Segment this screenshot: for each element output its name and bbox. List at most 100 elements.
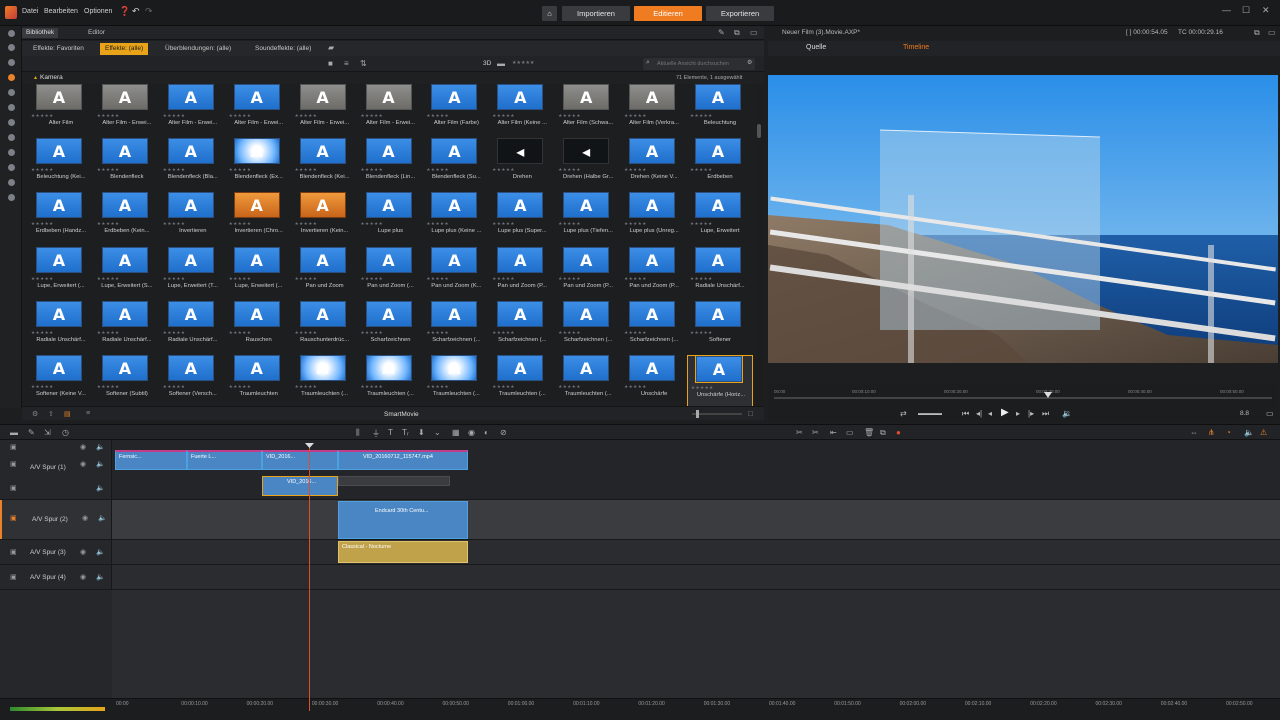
rating-stars[interactable]: ★★★★★ bbox=[361, 384, 384, 390]
rating-stars[interactable]: ★★★★★ bbox=[295, 276, 318, 282]
popout-icon[interactable]: ⧉ bbox=[734, 28, 740, 38]
tab-effekte-alle[interactable]: Effekte: (alle) bbox=[100, 43, 149, 55]
effect-tile[interactable]: A ★★★★★ Traumleuchten (... bbox=[292, 355, 358, 406]
audio-mixer-icon[interactable]: ⫼ bbox=[356, 428, 360, 438]
lock-icon[interactable]: ⚠ bbox=[1260, 428, 1267, 437]
record-timeline-icon[interactable]: ● bbox=[896, 428, 901, 437]
library-icon[interactable] bbox=[8, 30, 15, 37]
rating-stars[interactable]: ★★★★★ bbox=[558, 276, 581, 282]
rating-stars[interactable]: ★★★★★ bbox=[624, 113, 647, 119]
rating-stars[interactable]: ★★★★★ bbox=[31, 221, 54, 227]
speaker-icon[interactable]: 🔈 bbox=[96, 573, 105, 581]
rating-stars[interactable]: ★★★★★ bbox=[691, 385, 714, 391]
timeline-clip[interactable]: VID_2016... bbox=[262, 450, 338, 470]
effect-tile[interactable]: ◂ ★★★★★ Drehen bbox=[489, 138, 555, 192]
rating-stars[interactable]: ★★★★★ bbox=[295, 384, 318, 390]
menu-bearbeiten[interactable]: Bearbeiten bbox=[44, 8, 78, 15]
effect-tile[interactable]: A ★★★★★ Softener (Keine V... bbox=[28, 355, 94, 406]
go-start-icon[interactable]: ⏮ bbox=[962, 409, 969, 419]
effect-tile[interactable]: A ★★★★★ Pan und Zoom (P... bbox=[489, 246, 555, 301]
forward-icon[interactable]: ▸ bbox=[1016, 409, 1020, 418]
effect-tile[interactable]: A ★★★★★ Softener (Subtil) bbox=[94, 355, 160, 406]
effect-tile[interactable]: A ★★★★★ Scharfzeichnen (... bbox=[621, 300, 687, 355]
import-button[interactable]: Importieren bbox=[562, 6, 630, 21]
effect-tile[interactable]: A ★★★★★ Beleuchtung (Kei... bbox=[28, 138, 94, 192]
folder-icon[interactable]: ■ bbox=[328, 59, 333, 68]
zoom-slider[interactable] bbox=[692, 410, 742, 418]
effect-tile[interactable]: A ★★★★★ Alter Film (Keine ... bbox=[489, 84, 555, 138]
track-lock-icon[interactable]: ▣ bbox=[10, 573, 17, 581]
rating-stars[interactable]: ★★★★★ bbox=[690, 113, 713, 119]
disc-timeline-icon[interactable]: ◉ bbox=[468, 428, 475, 437]
minimize-icon[interactable]: — bbox=[1222, 5, 1231, 15]
search-options-icon[interactable]: ⚙ bbox=[747, 59, 752, 66]
disc-icon[interactable] bbox=[8, 44, 15, 51]
rating-stars[interactable]: ★★★★★ bbox=[163, 167, 186, 173]
speaker-icon[interactable]: 🔈 bbox=[96, 460, 105, 468]
effect-tile[interactable]: A ★★★★★ Traumleuchten (... bbox=[423, 355, 489, 406]
effect-tile[interactable]: A ★★★★★ Blendenfleck bbox=[94, 138, 160, 192]
rating-stars[interactable]: ★★★★★ bbox=[624, 330, 647, 336]
effect-tile[interactable]: A ★★★★★ Alter Film (Verkra... bbox=[621, 84, 687, 138]
track-lock-icon[interactable]: ▣ bbox=[10, 443, 17, 451]
loop-icon[interactable]: ⇄ bbox=[900, 409, 907, 418]
effect-tile[interactable]: A ★★★★★ Alter Film (Farbe) bbox=[423, 84, 489, 138]
rating-stars[interactable]: ★★★★★ bbox=[163, 384, 186, 390]
rating-stars[interactable]: ★★★★★ bbox=[426, 167, 449, 173]
marker-icon[interactable]: ⬇ bbox=[418, 428, 425, 437]
quality-readout[interactable]: 8.8 bbox=[1240, 410, 1249, 417]
list-view-icon[interactable]: ≡ bbox=[344, 59, 349, 68]
help-icon[interactable]: ❓ bbox=[119, 6, 130, 17]
film-icon[interactable] bbox=[8, 164, 15, 171]
effect-tile[interactable]: A ★★★★★ Lupe plus bbox=[358, 192, 424, 246]
effect-tile[interactable]: A ★★★★★ Lupe, Erweitert (T... bbox=[160, 246, 226, 301]
effect-tile[interactable]: A ★★★★★ Scharfzeichnen (... bbox=[555, 300, 621, 355]
effect-tile[interactable]: A ★★★★★ Blendenfleck (Kei... bbox=[292, 138, 358, 192]
rating-stars[interactable]: ★★★★★ bbox=[690, 221, 713, 227]
rating-stars[interactable]: ★★★★★ bbox=[426, 113, 449, 119]
eye-icon[interactable]: ◉ bbox=[82, 514, 88, 522]
timeline-empty-area[interactable] bbox=[0, 590, 1280, 698]
menu-datei[interactable]: Datei bbox=[22, 8, 38, 15]
effect-tile[interactable]: A ★★★★★ Alter Film - Erwei... bbox=[94, 84, 160, 138]
rating-stars[interactable]: ★★★★★ bbox=[229, 276, 252, 282]
copy-icon[interactable]: ⧉ bbox=[880, 428, 886, 438]
rating-filter[interactable]: ★★★★★ bbox=[512, 60, 534, 66]
rewind-icon[interactable]: ◂ bbox=[988, 409, 992, 418]
timeline-menu-icon[interactable]: ▬ bbox=[10, 428, 18, 437]
pin-icon[interactable]: ✎ bbox=[718, 28, 725, 37]
effect-tile[interactable]: A ★★★★★ Traumleuchten (... bbox=[358, 355, 424, 406]
track-name[interactable]: A/V Spur (3) bbox=[30, 549, 66, 556]
rating-stars[interactable]: ★★★★★ bbox=[426, 276, 449, 282]
rating-stars[interactable]: ★★★★★ bbox=[295, 330, 318, 336]
timeline-clip[interactable]: Fuerte L... bbox=[187, 450, 262, 470]
effect-tile[interactable]: A ★★★★★ Pan und Zoom (P... bbox=[621, 246, 687, 301]
collapse-icon[interactable]: ▴ bbox=[34, 74, 37, 81]
rating-stars[interactable]: ★★★★★ bbox=[163, 113, 186, 119]
timecode-readout[interactable]: TC 00:00:29.16 bbox=[1178, 29, 1223, 36]
home-button[interactable]: ⌂ bbox=[542, 6, 557, 21]
go-end-icon[interactable]: ⏭ bbox=[1042, 409, 1049, 419]
rating-stars[interactable]: ★★★★★ bbox=[492, 330, 515, 336]
effect-tile[interactable]: A ★★★★★ Radiale Unschärf... bbox=[687, 246, 753, 301]
speaker-icon[interactable]: 🔈 bbox=[96, 484, 105, 492]
timeline-clip[interactable]: Fernsic... bbox=[115, 450, 187, 470]
magnet-icon[interactable]: ⋔ bbox=[1208, 428, 1215, 437]
effect-tile[interactable]: A ★★★★★ Invertieren (Kein... bbox=[292, 192, 358, 246]
maximize-panel-icon[interactable]: ▭ bbox=[750, 28, 758, 37]
rating-stars[interactable]: ★★★★★ bbox=[690, 330, 713, 336]
effect-tile[interactable]: A ★★★★★ Beleuchtung bbox=[687, 84, 753, 138]
rating-stars[interactable]: ★★★★★ bbox=[31, 384, 54, 390]
pointer-icon[interactable]: ⇲ bbox=[44, 428, 51, 437]
rating-stars[interactable]: ★★★★★ bbox=[690, 167, 713, 173]
effect-tile[interactable]: A ★★★★★ Drehen (Keine V... bbox=[621, 138, 687, 192]
rating-stars[interactable]: ★★★★★ bbox=[229, 330, 252, 336]
timeline-ruler[interactable]: 00:00 00:00:10.00 00:00:20.00 00:00:30.00 00… bbox=[0, 698, 1280, 720]
effect-tile[interactable]: A ★★★★★ Invertieren (Chro... bbox=[226, 192, 292, 246]
rating-stars[interactable]: ★★★★★ bbox=[229, 221, 252, 227]
rating-stars[interactable]: ★★★★★ bbox=[558, 221, 581, 227]
close-icon[interactable]: ✕ bbox=[1262, 5, 1270, 16]
paint-icon[interactable] bbox=[8, 134, 15, 141]
effect-tile[interactable]: A ★★★★★ Radiale Unschärf... bbox=[94, 300, 160, 355]
rating-stars[interactable]: ★★★★★ bbox=[690, 276, 713, 282]
